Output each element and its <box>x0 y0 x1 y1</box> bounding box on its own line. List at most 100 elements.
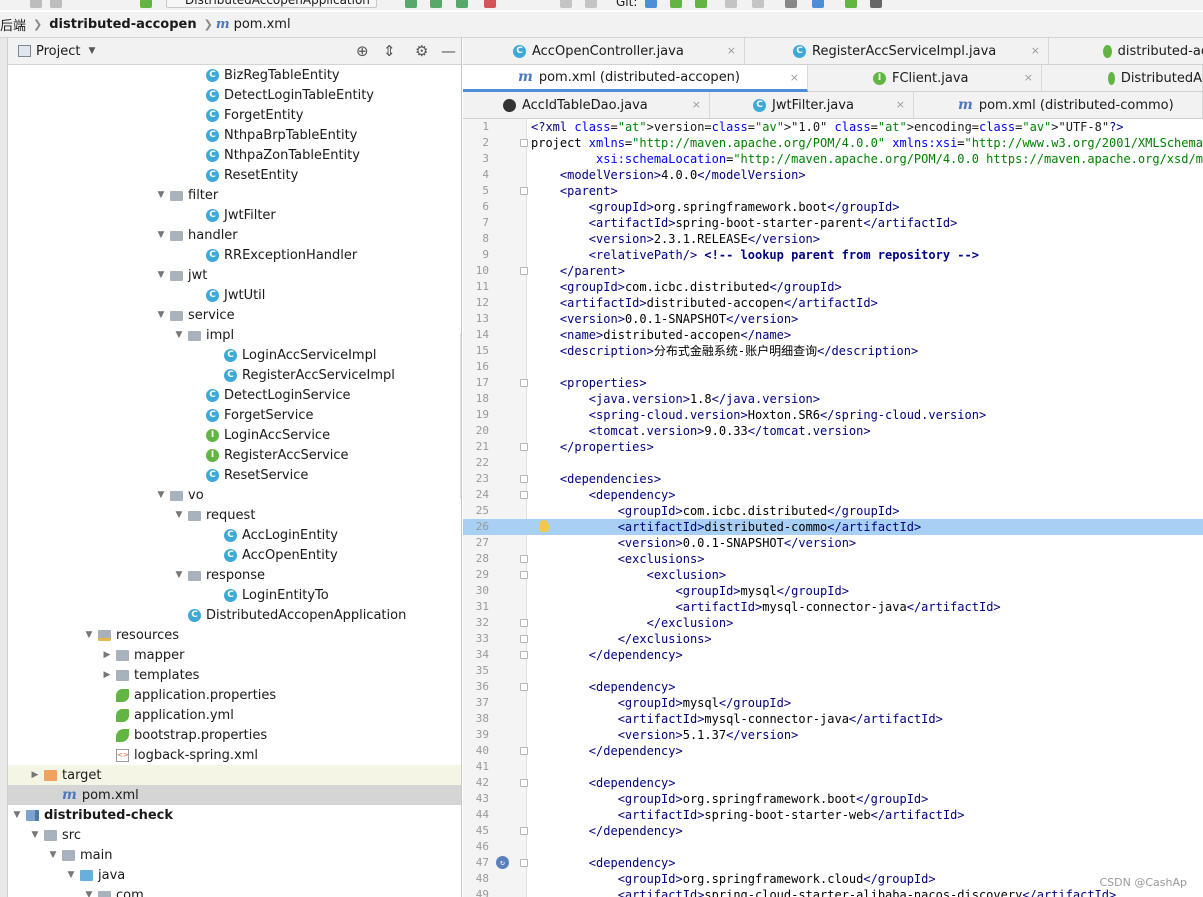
fold-marker-icon[interactable] <box>520 779 528 787</box>
breadcrumb-module[interactable]: distributed-accopen <box>49 17 196 32</box>
fold-marker-icon[interactable] <box>520 379 528 387</box>
tree-item[interactable]: ▼ impl <box>8 325 461 345</box>
code-line[interactable]: 14 <name>distributed-accopen</name> <box>463 327 1203 343</box>
code-line[interactable]: 16 <box>463 359 1203 375</box>
fold-marker-icon[interactable] <box>520 139 528 147</box>
back-icon[interactable] <box>30 0 42 8</box>
chevron-down-icon[interactable]: ▼ <box>62 870 80 880</box>
tree-item[interactable]: ▼ distributed-check <box>8 805 461 825</box>
project-panel-title[interactable]: Project <box>36 44 80 59</box>
history-icon[interactable] <box>725 0 737 8</box>
tree-item[interactable]: C RRExceptionHandler <box>8 245 461 265</box>
code-line[interactable]: 24 <dependency> <box>463 487 1203 503</box>
close-icon[interactable]: × <box>1031 44 1040 57</box>
code-line[interactable]: 9 <relativePath/> <!-- lookup parent fro… <box>463 247 1203 263</box>
tree-item[interactable]: ▼ handler <box>8 225 461 245</box>
code-line[interactable]: 18 <java.version>1.8</java.version> <box>463 391 1203 407</box>
tree-item[interactable]: C JwtUtil <box>8 285 461 305</box>
editor-tab[interactable]: I FClient.java × <box>808 65 1042 91</box>
code-line[interactable]: 45 </dependency> <box>463 823 1203 839</box>
rollback-icon[interactable] <box>752 0 764 8</box>
tree-item[interactable]: C ResetService <box>8 465 461 485</box>
sync-icon[interactable] <box>585 0 597 8</box>
code-line[interactable]: 7 <artifactId>spring-boot-starter-parent… <box>463 215 1203 231</box>
code-line[interactable]: 26 <artifactId>distributed-commo</artifa… <box>463 519 1203 535</box>
tree-item[interactable]: C DetectLoginService <box>8 385 461 405</box>
refresh-icon[interactable] <box>50 0 62 8</box>
code-line[interactable]: 30 <groupId>mysql</groupId> <box>463 583 1203 599</box>
tree-item[interactable]: ▼ request <box>8 505 461 525</box>
editor-tab[interactable]: C JwtFilter.java × <box>710 92 914 118</box>
tree-item[interactable]: ▼ com <box>8 885 461 897</box>
fold-marker-icon[interactable] <box>520 443 528 451</box>
tree-item[interactable]: C AccLoginEntity <box>8 525 461 545</box>
fold-marker-icon[interactable] <box>520 747 528 755</box>
code-line[interactable]: 2 project xmlns="http://maven.apache.org/… <box>463 135 1203 151</box>
code-line[interactable]: 3 xsi:schemaLocation="http://maven.apach… <box>463 151 1203 167</box>
code-line[interactable]: 27 <version>0.0.1-SNAPSHOT</version> <box>463 535 1203 551</box>
tree-item[interactable]: ▼ main <box>8 845 461 865</box>
code-line[interactable]: 37 <groupId>mysql</groupId> <box>463 695 1203 711</box>
tree-item[interactable]: C LoginAccServiceImpl <box>8 345 461 365</box>
editor-tab[interactable]: C RegisterAccServiceImpl.java × <box>745 38 1049 64</box>
tree-item[interactable]: C ResetEntity <box>8 165 461 185</box>
code-line[interactable]: 35 <box>463 663 1203 679</box>
code-line[interactable]: 20 <tomcat.version>9.0.33</tomcat.versio… <box>463 423 1203 439</box>
tree-item[interactable]: C ForgetService <box>8 405 461 425</box>
chevron-down-icon[interactable]: ▼ <box>170 510 188 520</box>
chevron-right-icon[interactable]: ▶ <box>98 650 116 660</box>
chevron-down-icon[interactable]: ▼ <box>44 850 62 860</box>
code-line[interactable]: 22 <box>463 455 1203 471</box>
code-line[interactable]: 10 </parent> <box>463 263 1203 279</box>
code-line[interactable]: 32 </exclusion> <box>463 615 1203 631</box>
code-line[interactable]: 38 <artifactId>mysql-connector-java</art… <box>463 711 1203 727</box>
hide-panel-icon[interactable]: — <box>441 43 456 59</box>
project-structure-icon[interactable] <box>812 0 824 8</box>
code-line[interactable]: 40 </dependency> <box>463 743 1203 759</box>
tree-item[interactable]: C RegisterAccServiceImpl <box>8 365 461 385</box>
fold-marker-icon[interactable] <box>520 651 528 659</box>
tree-item[interactable]: m pom.xml <box>8 785 461 805</box>
tree-item[interactable]: ▶ mapper <box>8 645 461 665</box>
breadcrumb-root[interactable]: 后端 <box>0 15 26 34</box>
code-line[interactable]: 39 <version>5.1.37</version> <box>463 727 1203 743</box>
tree-item[interactable]: C DetectLoginTableEntity <box>8 85 461 105</box>
fold-marker-icon[interactable] <box>520 475 528 483</box>
git-push-icon[interactable] <box>695 0 707 8</box>
chevron-down-icon[interactable]: ▼ <box>152 230 170 240</box>
coverage-icon[interactable] <box>456 0 468 8</box>
tree-item[interactable]: ▶ templates <box>8 665 461 685</box>
collapse-all-icon[interactable]: ⇕ <box>383 43 396 59</box>
editor-tab[interactable]: m pom.xml (distributed-commo) <box>914 92 1203 118</box>
tree-item[interactable]: C NthpaBrpTableEntity <box>8 125 461 145</box>
search-icon[interactable] <box>870 0 882 8</box>
left-tool-window-strip[interactable] <box>0 38 8 897</box>
fold-marker-icon[interactable] <box>520 635 528 643</box>
code-line[interactable]: 34 </dependency> <box>463 647 1203 663</box>
tree-item[interactable]: C DistributedAccopenApplication <box>8 605 461 625</box>
code-line[interactable]: 17 <properties> <box>463 375 1203 391</box>
fold-marker-icon[interactable] <box>520 619 528 627</box>
code-editor[interactable]: 1 <?xml class="at">version=class="av">"1.… <box>463 119 1203 897</box>
code-line[interactable]: 23 <dependencies> <box>463 471 1203 487</box>
chevron-down-icon[interactable]: ▼ <box>152 490 170 500</box>
locate-icon[interactable]: ⊕ <box>356 43 369 59</box>
editor-tab[interactable]: m pom.xml (distributed-accopen) × <box>463 65 808 92</box>
tree-item[interactable]: bootstrap.properties <box>8 725 461 745</box>
close-icon[interactable]: × <box>896 98 905 111</box>
tree-item[interactable]: C ForgetEntity <box>8 105 461 125</box>
chevron-down-icon[interactable]: ▼ <box>80 890 98 897</box>
code-line[interactable]: 21 </properties> <box>463 439 1203 455</box>
code-line[interactable]: 43 <groupId>org.springframework.boot</gr… <box>463 791 1203 807</box>
tree-item[interactable]: ▼ java <box>8 865 461 885</box>
git-update-icon[interactable] <box>645 0 657 8</box>
close-icon[interactable]: × <box>727 44 736 57</box>
layout-icon[interactable] <box>845 0 857 8</box>
tree-item[interactable]: C BizRegTableEntity <box>8 65 461 85</box>
fold-marker-icon[interactable] <box>520 267 528 275</box>
code-line[interactable]: 6 <groupId>org.springframework.boot</gro… <box>463 199 1203 215</box>
editor-tab[interactable]: distributed-ac <box>1049 38 1203 64</box>
fold-marker-icon[interactable] <box>520 683 528 691</box>
fold-marker-icon[interactable] <box>520 187 528 195</box>
code-line[interactable]: 33 </exclusions> <box>463 631 1203 647</box>
